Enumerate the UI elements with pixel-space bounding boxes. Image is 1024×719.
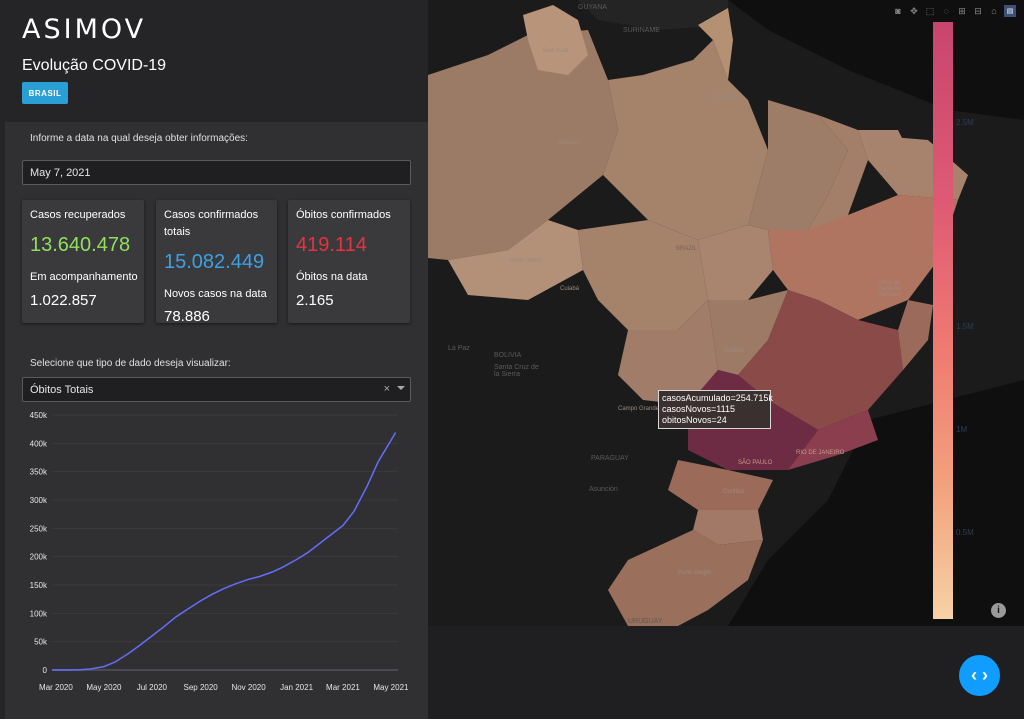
x-tick-label: Mar 2020 bbox=[39, 683, 73, 692]
date-picker-input[interactable]: May 7, 2021 bbox=[22, 160, 411, 185]
x-tick-label: Jul 2020 bbox=[137, 683, 168, 692]
map-label-belem: Belém bbox=[718, 95, 736, 101]
colorbar-tick: 1M bbox=[956, 425, 968, 434]
map-label-brazil: BRAZIL bbox=[676, 246, 698, 252]
deaths-value: 419.114 bbox=[296, 234, 367, 256]
country-button[interactable]: BRASIL bbox=[22, 82, 68, 104]
deaths-card: Óbitos confirmados 419.114 Óbitos na dat… bbox=[288, 200, 410, 323]
deaths-line-chart: 0 50k 100k 150k 200k 250k 300k 350k 400k 450k Mar … bbox=[30, 411, 409, 692]
pan-icon[interactable]: ✥ bbox=[908, 5, 920, 17]
date-picker-label: Informe a data na qual deseja obter info… bbox=[30, 133, 248, 144]
y-tick-label: 100k bbox=[30, 609, 48, 618]
map-label-cuiaba: Cuiabá bbox=[560, 286, 580, 292]
map-label-paraguay: PARAGUAY bbox=[591, 455, 629, 462]
data-type-dropdown[interactable]: Óbitos Totais × bbox=[22, 377, 411, 402]
dashboard: ASIMOV Evolução COVID-19 BRASIL Informe … bbox=[0, 0, 1024, 719]
data-type-selected: Óbitos Totais bbox=[30, 383, 94, 396]
recovered-card: Casos recuperados 13.640.478 Em acompanh… bbox=[22, 200, 144, 323]
map-label-rio: RIO DE JANEIRO bbox=[796, 450, 845, 456]
confirmed-value: 15.082.449 bbox=[164, 251, 265, 273]
page-title: Evolução COVID-19 bbox=[22, 57, 167, 74]
sidebar-panel: ASIMOV Evolução COVID-19 BRASIL Informe … bbox=[0, 0, 428, 719]
info-icon[interactable]: i bbox=[991, 603, 1006, 618]
choropleth-map[interactable]: GUYANA SURINAME BRAZIL BOLIVIA PARAGUAY … bbox=[428, 0, 1024, 626]
home-icon[interactable]: ⌂ bbox=[988, 5, 1000, 17]
plotly-logo-icon[interactable]: ▤ bbox=[1004, 5, 1016, 17]
code-toggle-button[interactable]: ‹ › bbox=[959, 655, 1000, 696]
map-label-santa-cruz: Santa Cruz de la Sierra bbox=[494, 364, 539, 378]
map-label-uruguay: URUGUAY bbox=[628, 618, 663, 625]
y-tick-label: 0 bbox=[43, 666, 48, 675]
y-tick-label: 200k bbox=[30, 553, 48, 562]
lasso-icon[interactable]: ◌ bbox=[940, 5, 952, 17]
confirmed-card: Casos confirmados totais 15.082.449 Novo… bbox=[156, 200, 277, 325]
monitoring-label: Em acompanhamento bbox=[30, 271, 138, 283]
map-label-manaus: Manaus bbox=[558, 140, 580, 146]
footer-band bbox=[428, 626, 1024, 719]
map-label-la-paz: La Paz bbox=[448, 345, 470, 352]
chevron-down-icon[interactable] bbox=[397, 386, 405, 390]
recovered-label: Casos recuperados bbox=[30, 209, 126, 221]
map-label-goiania: Goiânia bbox=[724, 348, 745, 354]
map-label-boa-vista: Boa Vista bbox=[543, 48, 569, 54]
map-label-bolivia: BOLIVIA bbox=[494, 352, 522, 359]
confirmed-label: Casos confirmados totais bbox=[164, 209, 259, 238]
map-label-asuncion: Asunción bbox=[589, 486, 618, 493]
y-tick-label: 250k bbox=[30, 524, 48, 533]
tooltip-cumulative-cases: casosAcumulado=254.715k bbox=[662, 393, 773, 403]
x-tick-label: May 2021 bbox=[373, 683, 409, 692]
map-label-salvador: Feira de Santana Salvador bbox=[878, 280, 902, 298]
deaths-label: Óbitos confirmados bbox=[296, 209, 391, 221]
y-tick-label: 350k bbox=[30, 468, 48, 477]
monitoring-value: 1.022.857 bbox=[30, 292, 97, 309]
brand-logo: ASIMOV bbox=[22, 14, 147, 45]
tooltip-new-cases: casosNovos=1115 bbox=[662, 404, 735, 414]
y-tick-label: 300k bbox=[30, 496, 48, 505]
tooltip-new-deaths: obitosNovos=24 bbox=[662, 415, 727, 425]
map-label-campo-grande: Campo Grande bbox=[618, 406, 660, 412]
x-tick-label: Nov 2020 bbox=[231, 683, 266, 692]
clear-icon[interactable]: × bbox=[384, 383, 390, 395]
x-tick-label: Jan 2021 bbox=[280, 683, 313, 692]
x-tick-label: May 2020 bbox=[86, 683, 122, 692]
deaths-series-line bbox=[52, 432, 397, 671]
map-modebar: ◙ ✥ ⬚ ◌ ⊞ ⊟ ⌂ ▤ bbox=[892, 5, 1016, 17]
box-select-icon[interactable]: ⬚ bbox=[924, 5, 936, 17]
zoom-out-icon[interactable]: ⊟ bbox=[972, 5, 984, 17]
data-type-label: Selecione que tipo de dado deseja visual… bbox=[30, 358, 231, 369]
new-cases-label: Novos casos na data bbox=[164, 288, 267, 300]
colorbar-tick: 2.5M bbox=[956, 118, 974, 127]
map-label-guyana: GUYANA bbox=[578, 4, 608, 11]
map-label-curitiba: Curitiba bbox=[723, 489, 744, 495]
colorbar-tick: 1.5M bbox=[956, 322, 974, 331]
map-label-suriname: SURINAME bbox=[623, 27, 660, 34]
y-tick-label: 450k bbox=[30, 411, 48, 420]
recovered-value: 13.640.478 bbox=[30, 234, 131, 256]
map-label-sao-paulo: SÃO PAULO bbox=[738, 460, 773, 466]
y-tick-label: 150k bbox=[30, 581, 48, 590]
camera-icon[interactable]: ◙ bbox=[892, 5, 904, 17]
x-tick-label: Sep 2020 bbox=[183, 683, 218, 692]
map-label-porto-velho: Porto Velho bbox=[510, 258, 542, 264]
colorbar bbox=[933, 22, 953, 619]
zoom-in-icon[interactable]: ⊞ bbox=[956, 5, 968, 17]
x-tick-label: Mar 2021 bbox=[326, 683, 360, 692]
deaths-on-date-label: Óbitos na data bbox=[296, 271, 368, 283]
y-tick-label: 50k bbox=[34, 638, 48, 647]
colorbar-tick: 0.5M bbox=[956, 528, 974, 537]
map-hover-tooltip: casosAcumulado=254.715k casosNovos=1115 … bbox=[658, 390, 773, 429]
deaths-on-date-value: 2.165 bbox=[296, 292, 334, 309]
map-label-porto-alegre: Porto Alegre bbox=[678, 570, 712, 576]
new-cases-value: 78.886 bbox=[164, 308, 210, 325]
y-tick-label: 400k bbox=[30, 439, 48, 448]
